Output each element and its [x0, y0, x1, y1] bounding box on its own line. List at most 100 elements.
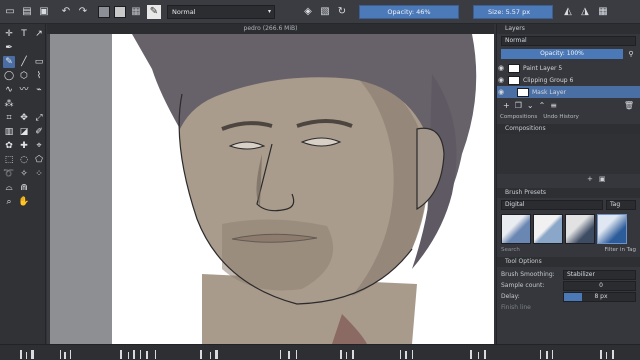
- brush-preset-pencil[interactable]: [533, 214, 563, 244]
- layer-row-selected[interactable]: ◉ Mask Layer: [497, 86, 640, 98]
- ellipse-select-tool-icon[interactable]: ◌: [18, 154, 30, 166]
- rect-select-tool-icon[interactable]: ⬚: [3, 154, 15, 166]
- crop-tool-icon[interactable]: ⌗: [3, 112, 15, 124]
- finish-line-checkbox[interactable]: Finish line: [501, 304, 531, 311]
- polygon-select-tool-icon[interactable]: ⬠: [33, 154, 45, 166]
- foreground-color-swatch[interactable]: [98, 5, 110, 18]
- mirror-vertical-icon[interactable]: ◮: [578, 5, 592, 19]
- move-layer-down-icon[interactable]: ⌄: [527, 101, 534, 110]
- rectangle-tool-icon[interactable]: ▭: [33, 56, 45, 68]
- layer-properties-icon[interactable]: ≡: [550, 101, 557, 110]
- mirror-horizontal-icon[interactable]: ◭: [561, 5, 575, 19]
- layer-opacity-slider[interactable]: Opacity: 100%: [501, 49, 623, 59]
- redo-icon[interactable]: ↷: [76, 5, 90, 19]
- freehand-select-tool-icon[interactable]: ➰: [3, 168, 15, 180]
- brush-preset-ink[interactable]: [597, 214, 627, 244]
- add-layer-icon[interactable]: +: [503, 101, 510, 110]
- brush-tag-value: Digital: [505, 201, 525, 208]
- drawing-canvas[interactable]: [112, 34, 494, 344]
- freehand-path-tool-icon[interactable]: 〰: [18, 84, 30, 96]
- delete-layer-icon[interactable]: 🗑: [624, 101, 634, 110]
- chevron-down-icon: ▾: [267, 7, 271, 15]
- open-file-icon[interactable]: ▤: [20, 5, 34, 19]
- fill-tool-icon[interactable]: ◪: [18, 126, 30, 138]
- gradient-tool-icon[interactable]: ▥: [3, 126, 15, 138]
- polygon-tool-icon[interactable]: ⬡: [18, 70, 30, 82]
- brush-smoothing-dropdown[interactable]: Stabilizer: [563, 269, 636, 280]
- visibility-eye-icon[interactable]: ◉: [497, 76, 505, 84]
- delay-row: Delay: 8 px: [501, 291, 636, 302]
- transform-layer-tool-icon[interactable]: ⤢: [33, 112, 45, 124]
- layer-row[interactable]: ◉ Paint Layer 5: [497, 62, 640, 74]
- brush-smoothing-value: Stabilizer: [567, 270, 595, 278]
- sample-count-input[interactable]: 0: [563, 280, 636, 291]
- layers-title: Layers: [505, 25, 525, 32]
- gradient-icon[interactable]: ▦: [129, 5, 143, 19]
- move-tool-icon[interactable]: ✥: [18, 112, 30, 124]
- opacity-slider[interactable]: Opacity: 46%: [359, 4, 459, 19]
- dynamic-brush-tool-icon[interactable]: ⌁: [33, 84, 45, 96]
- visibility-eye-icon[interactable]: ◉: [497, 64, 505, 72]
- brush-search-field[interactable]: Search: [501, 247, 605, 253]
- contiguous-select-tool-icon[interactable]: ✧: [18, 168, 30, 180]
- add-composition-icon[interactable]: +: [587, 175, 593, 183]
- tag-button[interactable]: Tag: [606, 200, 636, 210]
- save-icon[interactable]: ▣: [37, 5, 51, 19]
- edit-shapes-tool-icon[interactable]: ↗: [33, 28, 45, 40]
- layer-name: Paint Layer 5: [523, 64, 563, 72]
- magnetic-select-tool-icon[interactable]: ⋒: [18, 182, 30, 194]
- layer-blend-mode-dropdown[interactable]: Normal: [501, 36, 636, 46]
- new-document-icon[interactable]: ▭: [3, 5, 17, 19]
- duplicate-layer-icon[interactable]: ❐: [515, 101, 522, 110]
- undo-icon[interactable]: ↶: [59, 5, 73, 19]
- bezier-tool-icon[interactable]: ∿: [3, 84, 15, 96]
- filter-in-tag-checkbox[interactable]: Filter in Tag: [605, 247, 636, 253]
- krita-window: ▭ ▤ ▣ ↶ ↷ ▦ ✎ Normal ▾ ◈ ▧ ↻ Opacity: 46…: [0, 0, 640, 360]
- text-tool-icon[interactable]: T: [18, 28, 30, 40]
- multibrush-tool-icon[interactable]: ⁂: [3, 98, 15, 110]
- visibility-eye-icon[interactable]: ◉: [497, 88, 505, 96]
- document-tab[interactable]: pedro (266.6 MiB): [47, 24, 494, 34]
- eraser-mode-icon[interactable]: ◈: [301, 5, 315, 19]
- smart-patch-tool-icon[interactable]: ✚: [18, 140, 30, 152]
- tab-compositions[interactable]: Compositions: [497, 114, 540, 120]
- bezier-select-tool-icon[interactable]: ⌓: [3, 182, 15, 194]
- layer-opacity-label: Opacity: 100%: [540, 50, 584, 57]
- save-composition-icon[interactable]: ▣: [599, 175, 606, 183]
- ellipse-tool-icon[interactable]: ◯: [3, 70, 15, 82]
- color-picker-tool-icon[interactable]: ✐: [33, 126, 45, 138]
- colorize-mask-tool-icon[interactable]: ✿: [3, 140, 15, 152]
- brush-smoothing-label: Brush Smoothing:: [501, 271, 555, 278]
- brush-preset-eraser[interactable]: [501, 214, 531, 244]
- brush-tag-dropdown[interactable]: Digital: [501, 200, 603, 210]
- delay-value: 8 px: [594, 292, 608, 300]
- line-tool-icon[interactable]: ╱: [18, 56, 30, 68]
- pan-tool-icon[interactable]: ✋: [18, 196, 30, 208]
- size-slider[interactable]: Size: 5.57 px: [473, 4, 553, 19]
- similar-select-tool-icon[interactable]: ⁘: [33, 168, 45, 180]
- blend-mode-dropdown[interactable]: Normal ▾: [167, 4, 275, 19]
- reload-preset-icon[interactable]: ↻: [335, 5, 349, 19]
- zoom-tool-icon[interactable]: ⌕: [3, 196, 15, 208]
- sample-count-label: Sample count:: [501, 282, 545, 289]
- toolbox: ✛ T ↗ ✒ ✎ ╱ ▭ ◯ ⬡ ⌇ ∿ 〰 ⌁ ⁂ ⌗ ✥ ⤢ ▥ ◪ ✐ …: [0, 24, 46, 344]
- layer-filter-icon[interactable]: ⚲: [626, 49, 636, 59]
- preserve-alpha-icon[interactable]: ▧: [318, 5, 332, 19]
- move-layer-up-icon[interactable]: ⌃: [539, 101, 546, 110]
- brush-preset-icon[interactable]: ✎: [147, 4, 161, 19]
- brush-presets-title: Brush Presets: [505, 189, 547, 196]
- calligraphy-tool-icon[interactable]: ✒: [3, 42, 15, 54]
- layer-row[interactable]: ◉ Clipping Group 6: [497, 74, 640, 86]
- delay-slider[interactable]: 8 px: [563, 291, 636, 302]
- background-color-swatch[interactable]: [114, 5, 126, 18]
- brush-preset-marker[interactable]: [565, 214, 595, 244]
- assistant-tool-icon[interactable]: ⌖: [33, 140, 45, 152]
- transform-tool-icon[interactable]: ✛: [3, 28, 15, 40]
- tab-undo-history[interactable]: Undo History: [540, 114, 582, 120]
- freehand-brush-tool-icon[interactable]: ✎: [3, 56, 15, 68]
- workspace-icon[interactable]: ▦: [596, 5, 610, 19]
- polyline-tool-icon[interactable]: ⌇: [33, 70, 45, 82]
